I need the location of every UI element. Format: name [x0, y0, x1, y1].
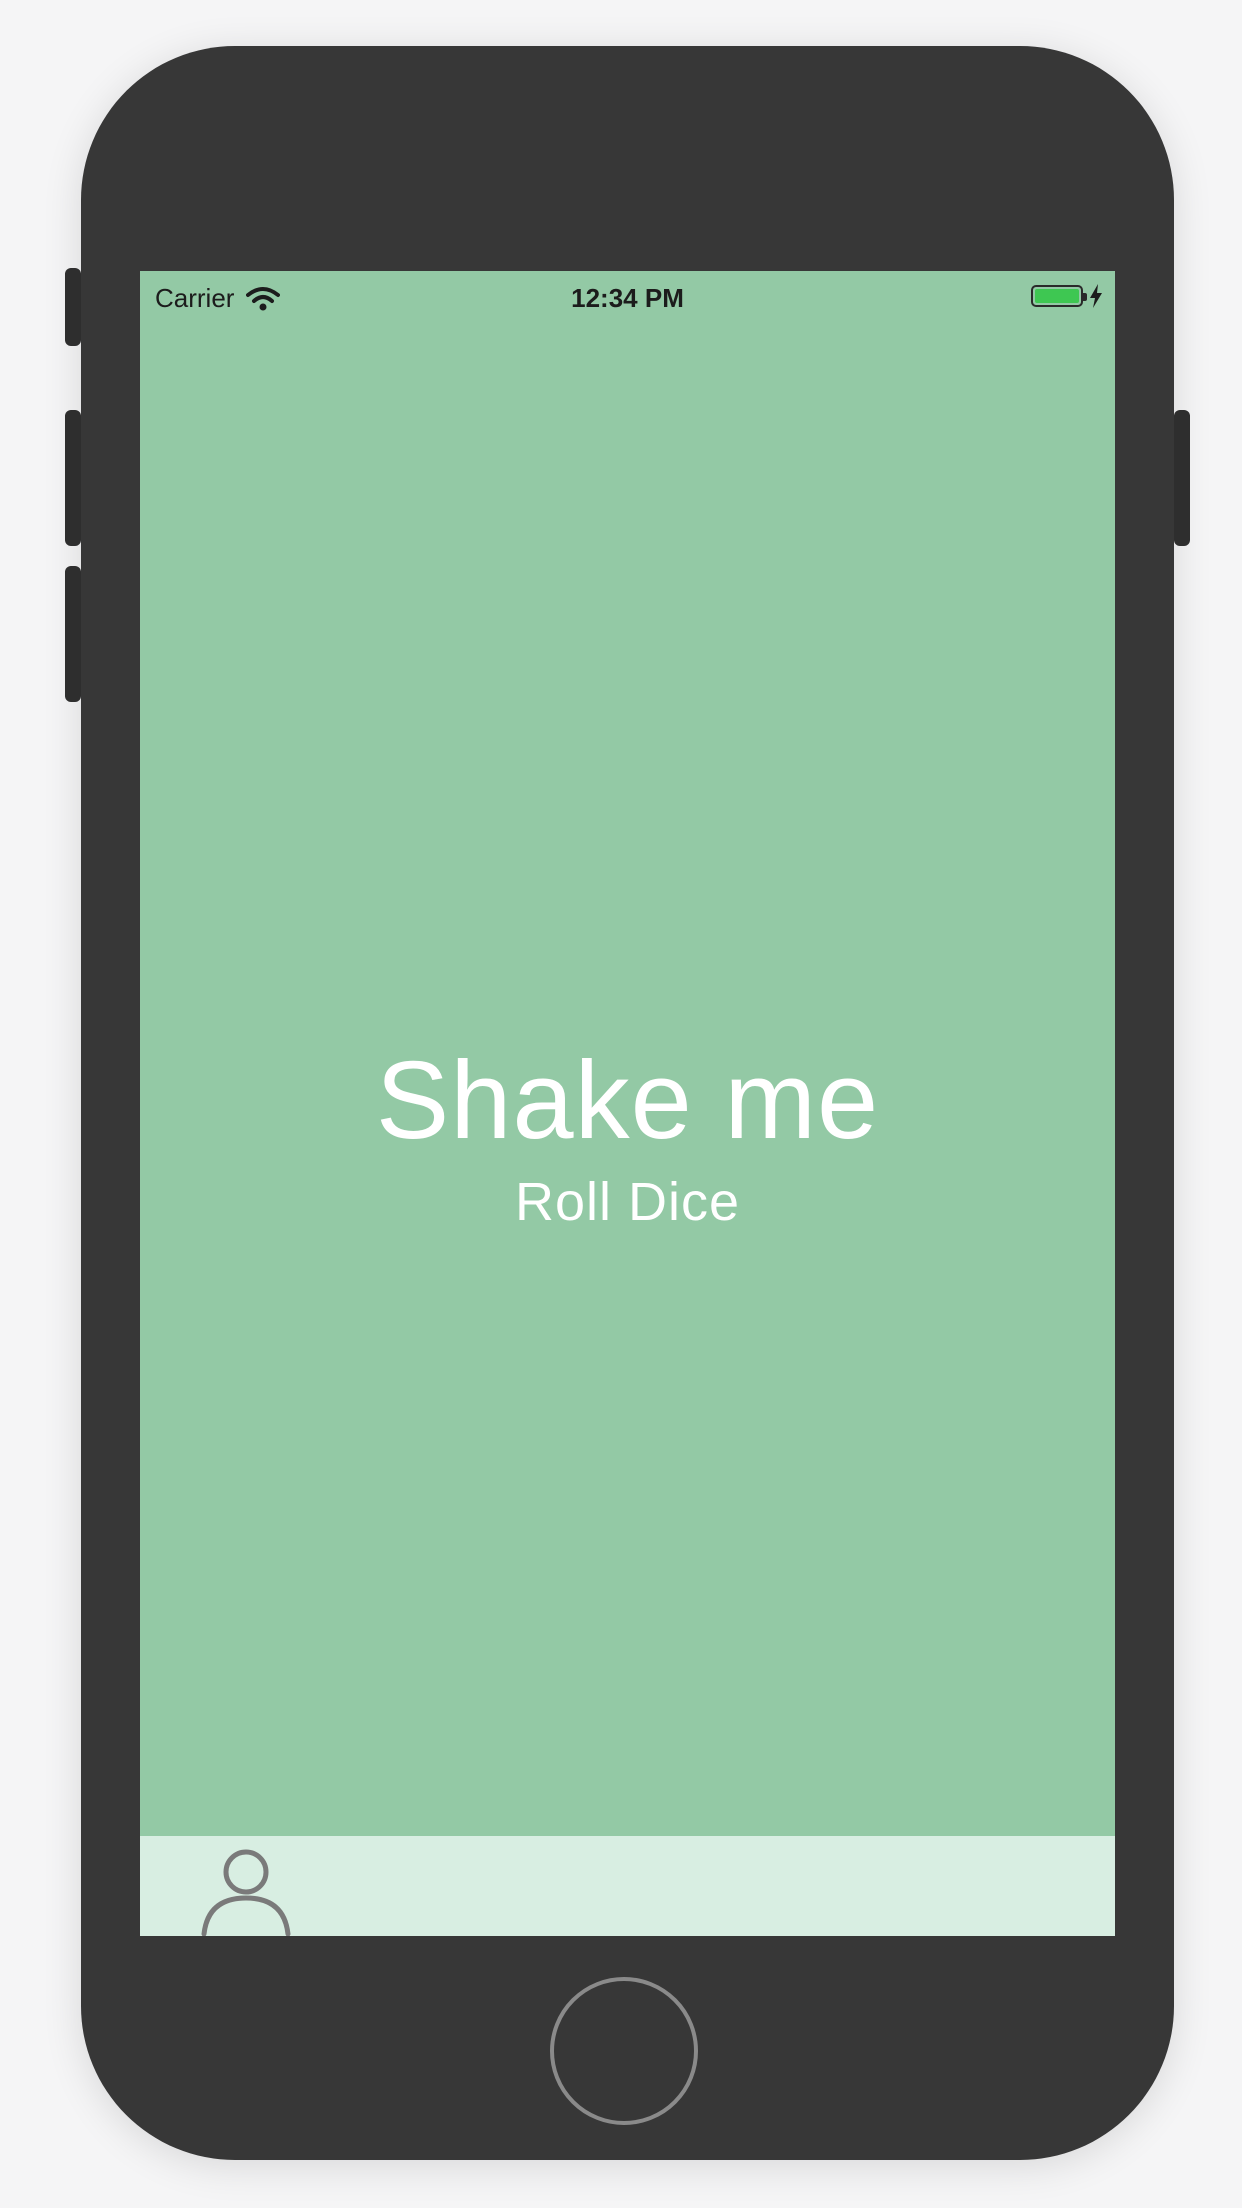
page-subtitle: Roll Dice [514, 1172, 741, 1232]
tab-profile[interactable] [200, 1844, 292, 1936]
power-button [1174, 410, 1190, 546]
volume-up-button [65, 410, 81, 546]
home-button[interactable] [550, 1977, 698, 2125]
roll-area: Shake me Roll Dice [140, 1041, 1115, 1237]
tab-bar [140, 1836, 1115, 1936]
page-title: Shake me [375, 1039, 880, 1162]
battery-level [1035, 289, 1079, 303]
status-time: 12:34 PM [571, 283, 684, 313]
battery-group [1031, 284, 1103, 308]
battery-icon [1031, 285, 1087, 307]
battery-cap [1083, 293, 1087, 301]
status-bar: Carrier 12:34 PM [140, 271, 1115, 321]
mute-switch [65, 268, 81, 346]
app-screen: Carrier 12:34 PM Shake me Roll Dice [140, 271, 1115, 1936]
user-icon [201, 1849, 291, 1936]
volume-down-button [65, 566, 81, 702]
bolt-icon [1090, 284, 1102, 308]
